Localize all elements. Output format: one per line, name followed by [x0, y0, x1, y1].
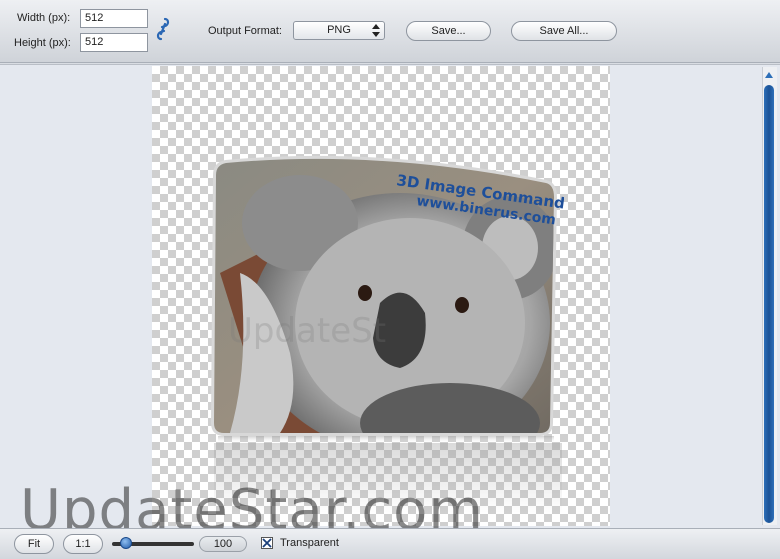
preview-area: 3D Image Commander www.binerus.com Updat… [0, 64, 780, 529]
width-input[interactable]: 512 [80, 9, 148, 28]
height-label: Height (px): [14, 37, 71, 49]
check-icon [262, 538, 272, 548]
zoom-slider-knob[interactable] [120, 537, 132, 549]
transparent-label: Transparent [280, 537, 339, 549]
faint-watermark: UpdateSt [228, 311, 387, 351]
output-format-label: Output Format: [208, 25, 282, 37]
output-format-value: PNG [327, 24, 351, 36]
scroll-up-icon[interactable] [764, 69, 774, 81]
output-format-select[interactable]: PNG [293, 21, 385, 40]
rendered-image: 3D Image Commander www.binerus.com [210, 155, 564, 443]
toolbar: Width (px): 512 Height (px): 512 Output … [0, 0, 780, 63]
scrollbar-thumb[interactable] [764, 85, 774, 523]
transparent-checkbox[interactable] [261, 537, 273, 549]
actual-size-button[interactable]: 1:1 [63, 534, 103, 554]
bottom-bar: Fit 1:1 100 Transparent [0, 528, 780, 559]
save-button[interactable]: Save... [406, 21, 491, 41]
width-label: Width (px): [17, 12, 71, 24]
zoom-value: 100 [199, 536, 247, 552]
height-input[interactable]: 512 [80, 33, 148, 52]
link-icon[interactable] [156, 17, 170, 41]
save-all-button[interactable]: Save All... [511, 21, 617, 41]
fit-button[interactable]: Fit [14, 534, 54, 554]
select-arrows-icon [372, 24, 380, 37]
